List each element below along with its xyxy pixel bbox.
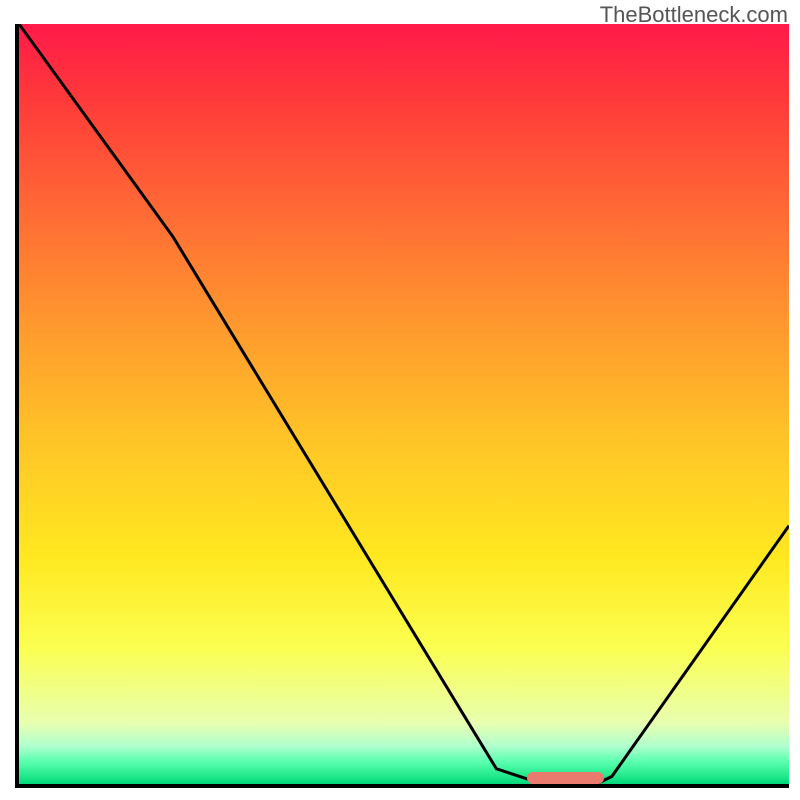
optimal-marker — [527, 772, 604, 784]
plot-area — [15, 24, 789, 788]
curve-line — [19, 24, 789, 784]
watermark-text: TheBottleneck.com — [600, 2, 788, 28]
chart-container: TheBottleneck.com — [0, 0, 800, 800]
